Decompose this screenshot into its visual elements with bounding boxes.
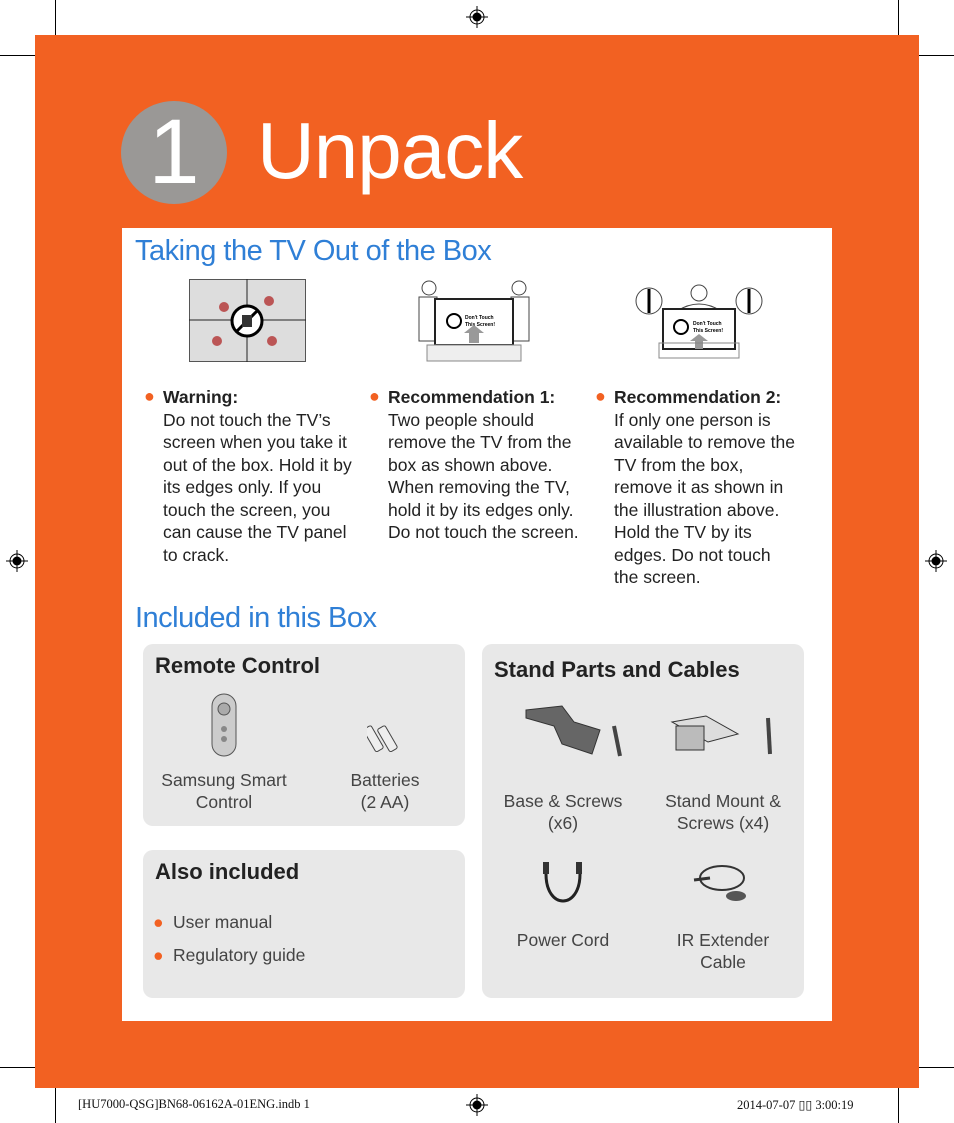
also-included-box: Also included ● User manual ● Regulatory g… [143, 850, 465, 998]
illustration-text: Don't Touch [693, 321, 722, 327]
crop-mark [898, 0, 899, 35]
column-heading: Warning: [163, 387, 239, 407]
column-heading: Recommendation 2: [614, 387, 782, 407]
recommendation-2-column: ● Recommendation 2: If only one person i… [595, 386, 799, 589]
box-title: Also included [155, 859, 300, 884]
box-title: Remote Control [155, 653, 320, 678]
list-item: ● User manual [153, 912, 273, 932]
remote-control-box: Remote Control Samsung Smart Control Bat… [143, 644, 465, 826]
crop-mark [0, 1067, 35, 1068]
registration-mark-icon [466, 1094, 488, 1116]
illustration-text: This Screen! [693, 328, 723, 334]
dont-touch-screen-illustration [189, 279, 306, 362]
crop-mark [55, 0, 56, 35]
page-title: Unpack [257, 106, 523, 195]
footer-file-name: [HU7000-QSG]BN68-06162A-01ENG.indb 1 [78, 1097, 310, 1111]
crop-mark [55, 1088, 56, 1123]
item-caption: Samsung Smart Control [161, 770, 287, 812]
registration-mark-icon [6, 550, 28, 572]
section-heading-included: Included in this Box [135, 602, 377, 634]
item-caption: IR Extender Cable [676, 930, 770, 972]
footer-timestamp: 2014-07-07 ▯▯ 3:00:19 [737, 1098, 854, 1112]
registration-mark-icon [466, 6, 488, 28]
list-item: ● Regulatory guide [153, 945, 306, 965]
stand-parts-box: Stand Parts and Cables Base & Screws (x6… [482, 644, 804, 998]
crop-mark [919, 55, 954, 56]
one-person-lift-illustration: Don't Touch This Screen! [635, 284, 763, 359]
column-body: If only one person is available to remov… [614, 409, 795, 588]
box-title: Stand Parts and Cables [494, 657, 740, 682]
column-body: Do not touch the TV’s screen when you ta… [163, 409, 352, 565]
column-body: Two people should remove the TV from the… [388, 409, 579, 543]
illustration-text: This Screen! [465, 322, 495, 328]
stand-mount-icon [670, 715, 772, 755]
column-heading: Recommendation 1: [388, 387, 556, 407]
ir-extender-icon [693, 865, 746, 901]
crop-mark [898, 1088, 899, 1123]
stand-base-icon [525, 705, 622, 757]
bullet-icon: ● [144, 386, 155, 406]
power-cord-icon [543, 862, 582, 903]
bullet-icon: ● [595, 386, 606, 406]
illustration-text: Don't Touch [465, 315, 494, 321]
item-caption: Power Cord [516, 930, 610, 950]
warning-column: ● Warning: Do not touch the TV’s screen … [144, 386, 363, 566]
bullet-icon: ● [369, 386, 380, 406]
item-caption: Stand Mount & Screws (x4) [665, 791, 781, 833]
item-caption: Batteries (2 AA) [350, 770, 420, 812]
recommendation-1-column: ● Recommendation 1: Two people should re… [369, 386, 583, 544]
step-number: 1 [121, 101, 227, 204]
smart-control-icon [211, 693, 237, 757]
item-caption: Base & Screws (x6) [503, 791, 623, 833]
batteries-icon [367, 725, 398, 753]
registration-mark-icon [925, 550, 947, 572]
section-heading-unbox: Taking the TV Out of the Box [135, 235, 492, 267]
crop-mark [0, 55, 35, 56]
crop-mark [919, 1067, 954, 1068]
two-person-lift-illustration: Don't Touch This Screen! [418, 280, 530, 362]
